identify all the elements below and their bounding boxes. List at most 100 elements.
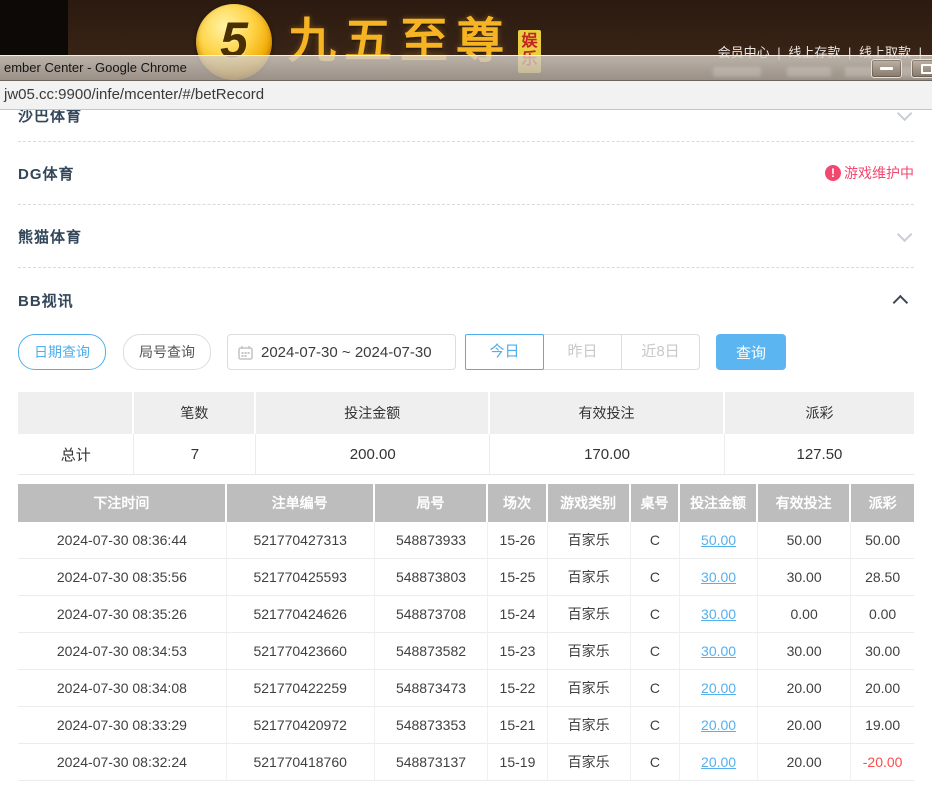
table-cell: 19.00 <box>851 707 914 744</box>
summary-header-1: 笔数 <box>134 392 256 434</box>
bet-record-page: 沙巴体育 DG体育 ! 游戏维护中 熊猫体育 BB视讯 日期查询 局号查询 20… <box>0 110 932 805</box>
table-cell: 15-19 <box>488 744 547 781</box>
table-cell: 548873353 <box>375 707 489 744</box>
bet-table-header-row: 下注时间注单编号局号场次游戏类别桌号投注金额有效投注派彩 <box>18 484 914 522</box>
table-cell: 50.00 <box>851 522 914 559</box>
table-cell: 15-21 <box>488 707 547 744</box>
table-cell: 百家乐 <box>548 522 631 559</box>
maintenance-text: 游戏维护中 <box>844 163 914 183</box>
table-cell: 521770418760 <box>227 744 375 781</box>
category-dg-sports[interactable]: DG体育 ! 游戏维护中 <box>18 142 914 205</box>
table-cell: C <box>631 744 680 781</box>
calendar-icon <box>238 345 253 360</box>
table-cell: 20.00 <box>758 670 851 707</box>
table-cell: C <box>631 559 680 596</box>
table-row: 2024-07-30 08:35:56521770425593548873803… <box>18 559 914 596</box>
maximize-icon <box>921 64 932 74</box>
table-cell: 548873933 <box>375 522 489 559</box>
date-query-tab[interactable]: 日期查询 <box>18 334 106 370</box>
table-cell: 百家乐 <box>548 670 631 707</box>
quick-range-group: 今日 昨日 近8日 <box>465 334 700 370</box>
table-cell: 15-26 <box>488 522 547 559</box>
table-cell: 2024-07-30 08:35:56 <box>18 559 227 596</box>
table-cell: 521770427313 <box>227 522 375 559</box>
chevron-up-icon <box>893 294 909 310</box>
table-cell: 15-24 <box>488 596 547 633</box>
table-cell: 521770422259 <box>227 670 375 707</box>
table-cell: 521770423660 <box>227 633 375 670</box>
table-cell: 2024-07-30 08:33:29 <box>18 707 227 744</box>
table-cell: 15-22 <box>488 670 547 707</box>
summary-header-row: 笔数投注金额有效投注派彩 <box>18 392 914 434</box>
bet-header-0: 下注时间 <box>18 484 227 522</box>
category-bb-live[interactable]: BB视讯 <box>18 268 914 332</box>
table-cell: 百家乐 <box>548 633 631 670</box>
table-cell: 2024-07-30 08:34:08 <box>18 670 227 707</box>
category-panda-sports[interactable]: 熊猫体育 <box>18 205 914 268</box>
bet-amount-link[interactable]: 50.00 <box>680 522 758 559</box>
date-range-input[interactable]: 2024-07-30 ~ 2024-07-30 <box>227 334 456 370</box>
summary-header-2: 投注金额 <box>256 392 490 434</box>
address-bar[interactable]: jw05.cc:9900/infe/mcenter/#/betRecord <box>0 81 932 110</box>
url-text: jw05.cc:9900/infe/mcenter/#/betRecord <box>4 81 264 109</box>
bet-amount-link[interactable]: 20.00 <box>680 744 758 781</box>
summary-cell-2: 200.00 <box>256 434 490 475</box>
table-cell: 548873582 <box>375 633 489 670</box>
table-cell: 521770420972 <box>227 707 375 744</box>
table-row: 2024-07-30 08:34:08521770422259548873473… <box>18 670 914 707</box>
chevron-down-icon <box>897 226 913 242</box>
table-cell: 百家乐 <box>548 596 631 633</box>
table-cell: 0.00 <box>851 596 914 633</box>
round-query-tab[interactable]: 局号查询 <box>123 334 211 370</box>
minimize-icon <box>880 67 893 70</box>
bet-header-5: 桌号 <box>631 484 680 522</box>
table-cell: 548873473 <box>375 670 489 707</box>
bet-header-2: 局号 <box>375 484 489 522</box>
summary-cell-3: 170.00 <box>490 434 725 475</box>
bet-header-4: 游戏类别 <box>548 484 631 522</box>
search-button[interactable]: 查询 <box>716 334 786 370</box>
table-cell: -20.00 <box>851 744 914 781</box>
bet-amount-link[interactable]: 30.00 <box>680 633 758 670</box>
table-cell: 15-25 <box>488 559 547 596</box>
summary-cell-4: 127.50 <box>725 434 914 475</box>
last-8-days-button[interactable]: 近8日 <box>621 334 700 370</box>
category-label: 熊猫体育 <box>18 226 82 247</box>
today-button[interactable]: 今日 <box>465 334 544 370</box>
date-range-value: 2024-07-30 ~ 2024-07-30 <box>261 344 432 361</box>
table-cell: C <box>631 633 680 670</box>
summary-header-4: 派彩 <box>725 392 914 434</box>
yesterday-button[interactable]: 昨日 <box>543 334 622 370</box>
bet-amount-link[interactable]: 30.00 <box>680 559 758 596</box>
bet-amount-link[interactable]: 30.00 <box>680 596 758 633</box>
table-cell: 50.00 <box>758 522 851 559</box>
window-titlebar: ember Center - Google Chrome <box>0 55 932 81</box>
table-row: 2024-07-30 08:33:29521770420972548873353… <box>18 707 914 744</box>
bet-amount-link[interactable]: 20.00 <box>680 707 758 744</box>
summary-table: 笔数投注金额有效投注派彩 总计7200.00170.00127.50 <box>18 392 914 475</box>
summary-cell-1: 7 <box>134 434 256 475</box>
table-cell: 30.00 <box>758 633 851 670</box>
category-label: BB视讯 <box>18 290 74 311</box>
table-cell: 28.50 <box>851 559 914 596</box>
bet-amount-link[interactable]: 20.00 <box>680 670 758 707</box>
table-cell: 548873137 <box>375 744 489 781</box>
bet-header-1: 注单编号 <box>227 484 375 522</box>
bet-table-body: 2024-07-30 08:36:44521770427313548873933… <box>18 522 914 781</box>
table-row: 2024-07-30 08:32:24521770418760548873137… <box>18 744 914 781</box>
table-row: 2024-07-30 08:34:53521770423660548873582… <box>18 633 914 670</box>
table-cell: C <box>631 707 680 744</box>
bet-header-7: 有效投注 <box>758 484 851 522</box>
table-cell: 20.00 <box>851 670 914 707</box>
table-cell: 15-23 <box>488 633 547 670</box>
minimize-button[interactable] <box>871 59 902 78</box>
table-cell: 2024-07-30 08:36:44 <box>18 522 227 559</box>
table-cell: 0.00 <box>758 596 851 633</box>
summary-cell-0: 总计 <box>18 434 134 475</box>
table-cell: 521770425593 <box>227 559 375 596</box>
maximize-button[interactable] <box>911 59 932 78</box>
table-cell: 548873803 <box>375 559 489 596</box>
table-cell: 20.00 <box>758 707 851 744</box>
category-label: DG体育 <box>18 163 75 184</box>
table-row: 2024-07-30 08:36:44521770427313548873933… <box>18 522 914 559</box>
